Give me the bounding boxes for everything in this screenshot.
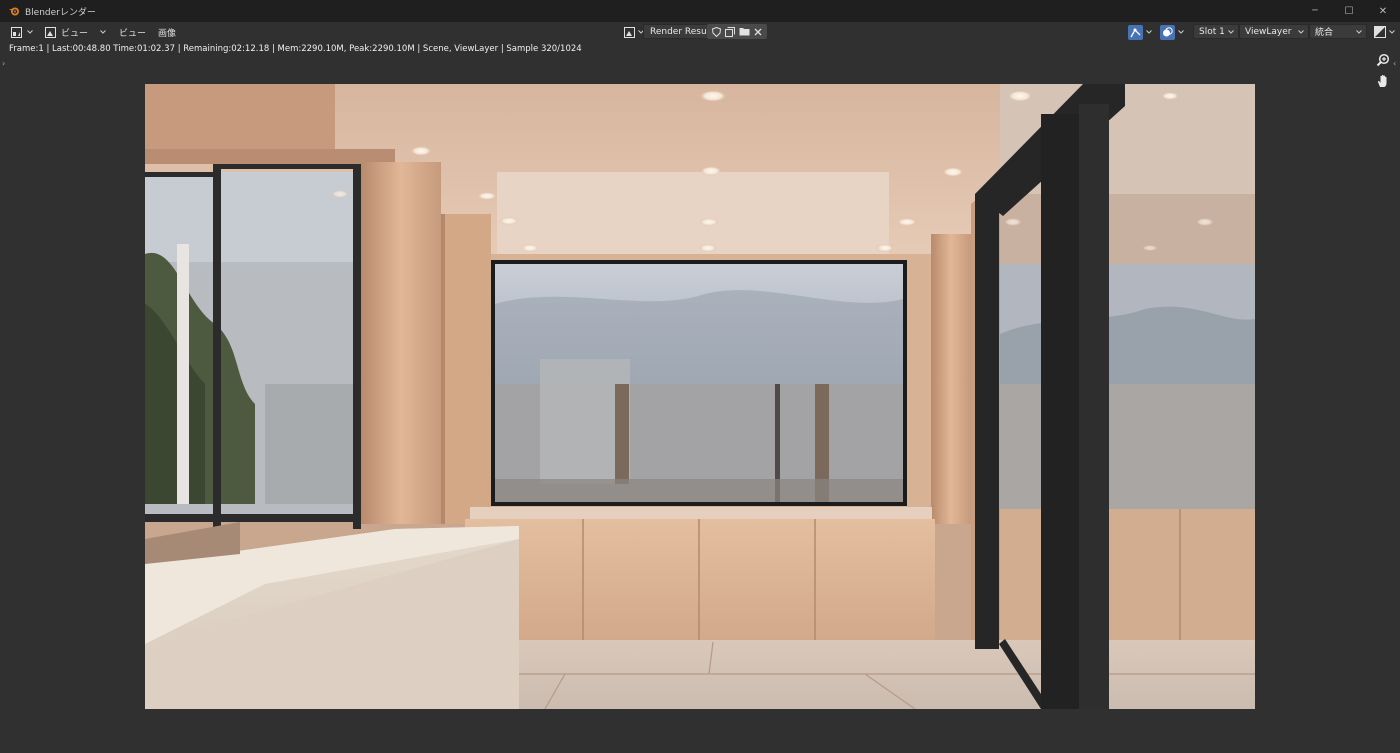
fake-user-button[interactable] [709,25,723,39]
slot-value: Slot 1 [1199,26,1225,37]
image-menu[interactable]: 画像 [152,24,182,40]
editor-type-button[interactable] [8,24,36,40]
image-editor-header: ビュー ビュー 画像 Render Result Slot 1 ViewLaye… [0,22,1400,42]
gizmo-icon [1130,28,1141,37]
gizmo-toggle[interactable] [1126,24,1154,40]
minimize-icon: ─ [1312,6,1318,16]
new-image-button[interactable] [723,25,737,39]
window-title: Blenderレンダー [25,7,96,18]
pan-button[interactable] [1374,72,1392,90]
chevron-down-icon [1356,29,1362,34]
toolbar-expand-arrow[interactable]: › [2,59,5,68]
render-result-canvas[interactable] [145,84,1255,709]
render-pass-value: 統合 [1315,28,1334,38]
overlay-icon [1163,26,1173,36]
hand-icon [1377,75,1387,87]
maximize-icon: ☐ [1344,5,1354,17]
unlink-image-button[interactable] [751,25,765,39]
title-bar: Blenderレンダー ─ ☐ ✕ [0,0,1400,22]
render-status-text: Frame:1 | Last:00:48.80 Time:01:02.37 | … [9,44,582,54]
chevron-down-icon [100,30,106,34]
view-mode-icon [45,26,56,38]
view-mode-dropdown[interactable]: ビュー [42,24,109,40]
view-mode-label: ビュー [61,28,89,39]
maximize-button[interactable]: ☐ [1332,0,1366,22]
chevron-down-icon [1298,29,1304,34]
open-image-button[interactable] [737,25,751,39]
blender-logo-icon [9,7,19,16]
minimize-button[interactable]: ─ [1298,0,1332,22]
overlay-toggle[interactable] [1158,24,1186,40]
zoom-icon [1376,53,1390,67]
chevron-down-icon [27,30,33,34]
close-icon [754,28,762,35]
image-editor-icon [11,26,22,38]
chevron-down-icon [1228,29,1234,34]
close-icon: ✕ [1378,5,1388,17]
view-layer-dropdown[interactable]: ViewLayer [1239,24,1309,39]
zoom-button[interactable] [1374,51,1392,69]
image-actions-group [707,24,767,39]
chevron-down-icon [1178,30,1184,34]
display-channels-icon [1374,26,1386,38]
render-pass-dropdown[interactable]: 統合 [1309,24,1367,39]
view-layer-value: ViewLayer [1245,26,1292,37]
image-name-text: Render Result [650,26,713,37]
image-browse-icon [624,26,635,38]
sidebar-expand-arrow[interactable]: ‹ [1393,59,1396,68]
folder-icon [739,28,749,36]
duplicate-icon [725,26,735,37]
view-menu[interactable]: ビュー [113,24,152,40]
render-image [145,84,1255,709]
chevron-down-icon [1389,30,1395,34]
slot-dropdown[interactable]: Slot 1 [1193,24,1239,39]
close-window-button[interactable]: ✕ [1366,0,1400,22]
shield-icon [711,26,721,37]
display-channels-button[interactable] [1372,24,1397,40]
chevron-down-icon [1146,30,1152,34]
